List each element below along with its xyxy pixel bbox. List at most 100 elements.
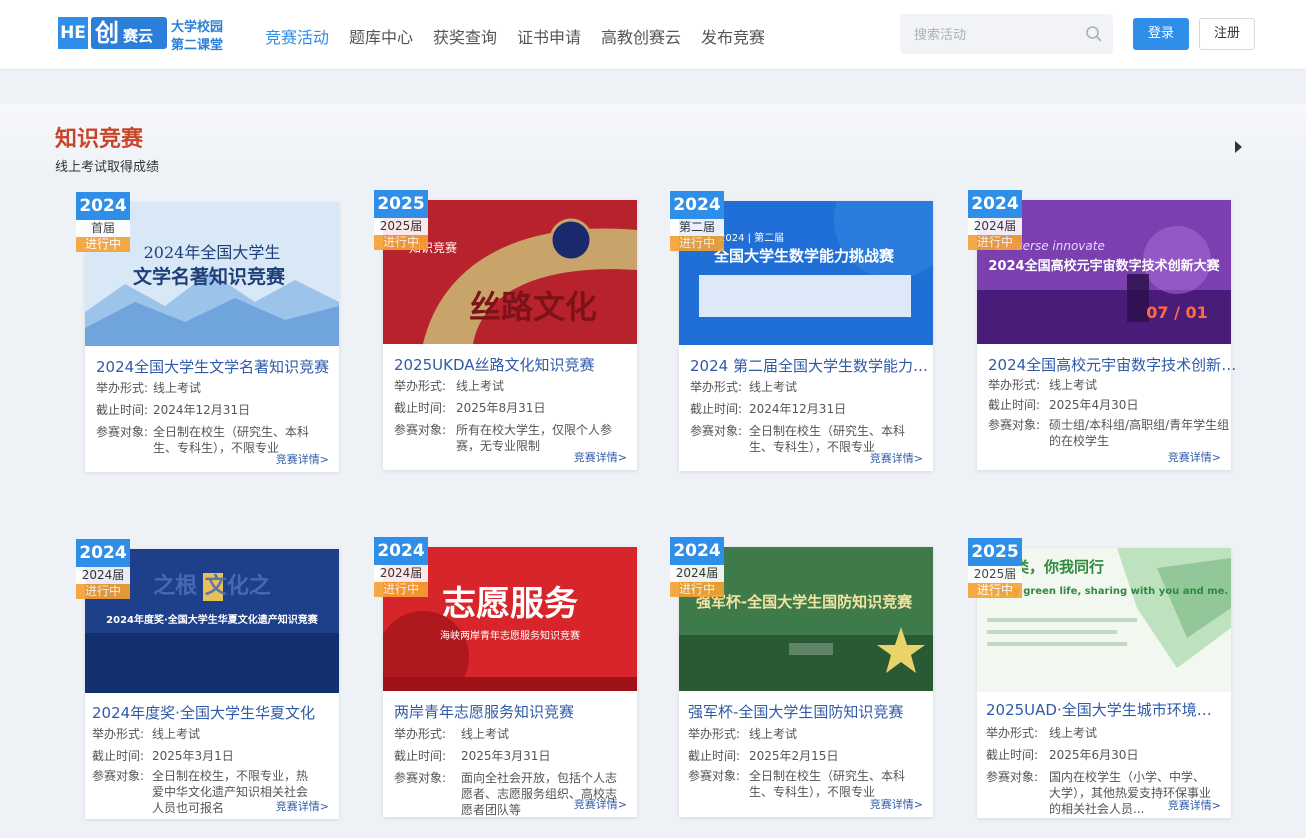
info-label: 参赛对象: xyxy=(394,423,447,437)
competition-card[interactable]: universe innovate 2024全国高校元宇宙数字技术创新大赛 07… xyxy=(968,190,1246,470)
status-badge: 进行中 xyxy=(374,582,428,597)
login-button[interactable]: 登录 xyxy=(1133,18,1189,50)
info-label: 参赛对象: xyxy=(988,418,1041,432)
competition-card[interactable]: 分类，你我同行 enjoy green life, sharing with y… xyxy=(968,538,1231,818)
detail-link[interactable]: 竞赛详情> xyxy=(276,798,329,814)
info-label: 参赛对象: xyxy=(690,424,743,438)
detail-link[interactable]: 竞赛详情> xyxy=(276,451,329,467)
status-badge: 进行中 xyxy=(968,235,1022,250)
competition-card[interactable]: 强军杯-全国大学生国防知识竞赛 2024 2024届 进行中 强军杯-全国大学生… xyxy=(670,537,933,817)
info-label: 截止时间: xyxy=(988,398,1041,412)
info-label: 参赛对象: xyxy=(394,771,447,785)
banner-text-line2: 全国大学生数学能力挑战赛 xyxy=(713,247,895,265)
edition-badge: 2024届 xyxy=(76,567,130,584)
detail-link[interactable]: 竞赛详情> xyxy=(870,796,923,812)
detail-link[interactable]: 竞赛详情> xyxy=(1168,797,1221,813)
nav-item-certificate[interactable]: 证书申请 xyxy=(517,24,581,48)
card-title[interactable]: 2025UKDA丝路文化知识竞赛 xyxy=(394,354,634,375)
info-value: 线上考试 xyxy=(456,379,505,393)
year-badge: 2024 xyxy=(968,190,1022,218)
nav-item-question-bank[interactable]: 题库中心 xyxy=(349,24,413,48)
info-label: 截止时间: xyxy=(986,748,1039,762)
edition-badge: 2025届 xyxy=(968,566,1022,583)
info-value: 2024年12月31日 xyxy=(749,402,847,416)
info-value: 2025年4月30日 xyxy=(1049,398,1139,412)
top-header: HE 创 赛云 大学校园 第二课堂 竞赛活动 题库中心 获奖查询 证书申请 高教… xyxy=(0,0,1306,70)
logo-box: 创 赛云 xyxy=(91,17,167,49)
card-title[interactable]: 2024全国高校元宇宙数字技术创新大赛 xyxy=(988,354,1246,375)
logo-mark: HE xyxy=(58,17,88,49)
info-label: 截止时间: xyxy=(690,402,743,416)
logo-saiyun: 赛云 xyxy=(123,27,154,45)
edition-badge: 2025届 xyxy=(374,218,428,235)
year-badge: 2024 xyxy=(76,192,130,220)
info-label: 举办形式: xyxy=(394,727,447,741)
banner-text-line1: 志愿服务 xyxy=(442,584,578,624)
info-value: 线上考试 xyxy=(152,727,201,741)
info-value: 2024年12月31日 xyxy=(153,403,251,417)
info-label: 举办形式: xyxy=(92,727,145,741)
competition-card[interactable]: 志愿服务 海峡两岸青年志愿服务知识竞赛 2024 2024届 进行中 两岸青年志… xyxy=(374,537,637,817)
card-title[interactable]: 两岸青年志愿服务知识竞赛 xyxy=(394,701,634,722)
card-title[interactable]: 2024全国大学生文学名著知识竞赛 xyxy=(96,356,336,377)
info-label: 参赛对象: xyxy=(688,769,741,783)
info-value: 线上考试 xyxy=(749,380,798,394)
info-value: 线上考试 xyxy=(461,727,510,741)
info-value: 2025年6月30日 xyxy=(1049,748,1139,762)
status-badge: 进行中 xyxy=(76,237,130,252)
year-badge: 2025 xyxy=(374,190,428,218)
search-input[interactable] xyxy=(900,14,1091,56)
logo-line1: 大学校园 xyxy=(171,20,224,35)
edition-badge: 2024届 xyxy=(374,565,428,582)
chevron-right-icon[interactable] xyxy=(1235,141,1242,153)
banner-text-line2: 2024全国高校元宇宙数字技术创新大赛 xyxy=(988,258,1220,274)
edition-badge: 2024届 xyxy=(670,565,724,582)
logo-line2: 第二课堂 xyxy=(171,38,224,53)
info-value: 线上考试 xyxy=(1049,378,1098,392)
banner-text-line1: 之根 文化之 xyxy=(153,573,271,599)
info-value: 硕士组/本科组/高职组/青年学生组的在校学生 xyxy=(1049,418,1230,448)
competition-card[interactable]: 之根 文化之 2024年度奖·全国大学生华夏文化遗产知识竞赛 2024 2024… xyxy=(76,539,339,819)
nav-item-publish[interactable]: 发布竞赛 xyxy=(701,24,765,48)
nav-item-award-query[interactable]: 获奖查询 xyxy=(433,24,497,48)
card-title[interactable]: 强军杯-全国大学生国防知识竞赛 xyxy=(688,701,928,722)
competition-card[interactable]: 2024 | 第二届 全国大学生数学能力挑战赛 2024 第二届 进行中 202… xyxy=(670,191,933,471)
info-value: 线上考试 xyxy=(1049,726,1098,740)
status-badge: 进行中 xyxy=(968,583,1022,598)
card-title[interactable]: 2024年度奖·全国大学生华夏文化 xyxy=(92,702,332,723)
info-label: 截止时间: xyxy=(92,749,145,763)
info-value: 线上考试 xyxy=(749,727,798,741)
section-title: 知识竞赛 xyxy=(55,127,144,152)
info-label: 举办形式: xyxy=(688,727,741,741)
card-title[interactable]: 2025UAD·全国大学生城市环境保护知识竞赛 xyxy=(986,699,1226,720)
info-label: 截止时间: xyxy=(688,749,741,763)
year-badge: 2024 xyxy=(670,537,724,565)
detail-link[interactable]: 竞赛详情> xyxy=(1168,449,1221,465)
detail-link[interactable]: 竞赛详情> xyxy=(574,796,627,812)
banner-text-line2: 2024年度奖·全国大学生华夏文化遗产知识竞赛 xyxy=(106,613,319,626)
info-label: 截止时间: xyxy=(394,749,447,763)
nav-item-chuangsaiyun[interactable]: 高教创赛云 xyxy=(601,24,681,48)
status-badge: 进行中 xyxy=(76,584,130,599)
year-badge: 2024 xyxy=(670,191,724,219)
edition-badge: 2024届 xyxy=(968,218,1022,235)
detail-link[interactable]: 竞赛详情> xyxy=(574,449,627,465)
info-label: 举办形式: xyxy=(690,380,743,394)
card-title[interactable]: 2024 第二届全国大学生数学能力挑战赛 xyxy=(690,355,930,376)
competition-card[interactable]: 2024年全国大学生 文学名著知识竞赛 2024 首届 进行中 2024全国大学… xyxy=(76,192,339,472)
search-icon[interactable] xyxy=(1085,25,1103,43)
banner-text-line3: 07 / 01 xyxy=(1146,303,1208,322)
info-label: 参赛对象: xyxy=(986,770,1039,784)
section-band xyxy=(0,104,1306,174)
register-button[interactable]: 注册 xyxy=(1199,18,1255,50)
status-badge: 进行中 xyxy=(374,235,428,250)
info-label: 举办形式: xyxy=(394,379,447,393)
banner-text-line1: 2024年全国大学生 xyxy=(144,243,281,262)
site-logo[interactable]: HE 创 赛云 大学校园 第二课堂 xyxy=(58,15,233,53)
competition-card[interactable]: 丝路文化 知识竞赛 2025 2025届 进行中 2025UKDA丝路文化知识竞… xyxy=(374,190,637,470)
detail-link[interactable]: 竞赛详情> xyxy=(870,450,923,466)
banner-text-line1: 丝路文化 xyxy=(469,288,597,326)
info-value: 2025年3月1日 xyxy=(152,749,234,763)
status-badge: 进行中 xyxy=(670,236,724,251)
nav-item-competitions[interactable]: 竞赛活动 xyxy=(265,24,329,48)
